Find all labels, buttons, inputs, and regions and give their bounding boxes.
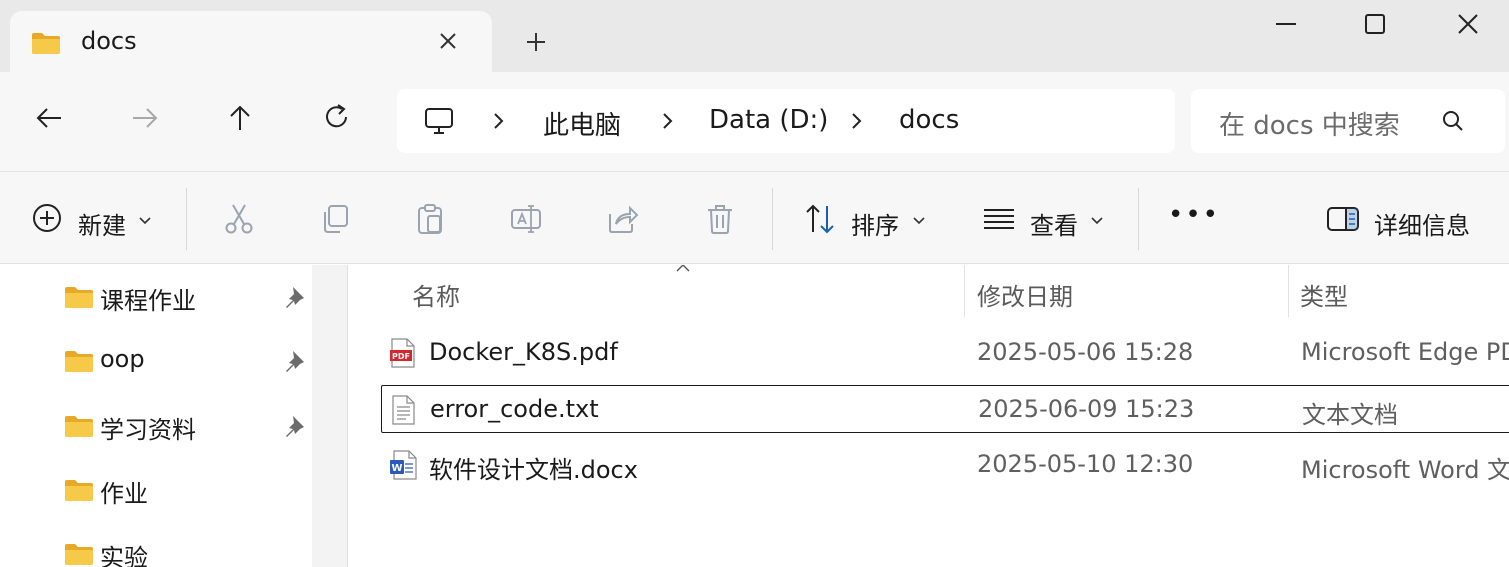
paste-icon[interactable]: [413, 202, 447, 236]
svg-text:W: W: [391, 463, 402, 474]
more-options-button[interactable]: •••: [1168, 200, 1220, 230]
refresh-icon[interactable]: [319, 100, 355, 136]
title-bar: docs: [0, 0, 1509, 72]
file-type: Microsoft Edge PD: [1301, 338, 1509, 366]
file-name: error_code.txt: [430, 395, 599, 423]
tab-title: docs: [81, 27, 137, 55]
breadcrumb-data-drive[interactable]: Data (D:): [709, 105, 828, 135]
file-modified: 2025-05-06 15:28: [977, 338, 1194, 366]
breadcrumb-docs[interactable]: docs: [899, 105, 959, 135]
file-modified: 2025-06-09 15:23: [978, 395, 1195, 423]
column-divider[interactable]: [964, 265, 965, 317]
nav-item-oop[interactable]: oop: [64, 341, 312, 381]
sort-button[interactable]: 排序: [851, 206, 899, 241]
folder-icon: [65, 416, 93, 437]
sort-ascending-icon[interactable]: [675, 265, 691, 273]
word-file-icon: W: [390, 450, 417, 480]
divider: [772, 188, 773, 250]
column-header-name[interactable]: 名称: [412, 277, 460, 312]
file-row[interactable]: W 软件设计文档.docx 2025-05-10 12:30 Microsoft…: [381, 441, 1509, 489]
nav-item-course-homework[interactable]: 课程作业: [64, 277, 312, 317]
cut-icon[interactable]: [222, 202, 256, 236]
svg-text:PDF: PDF: [392, 352, 410, 361]
file-name: 软件设计文档.docx: [429, 456, 638, 484]
nav-item-experiments[interactable]: 实验: [64, 534, 312, 567]
column-header-type[interactable]: 类型: [1300, 277, 1348, 312]
minimize-icon[interactable]: [1270, 8, 1302, 40]
address-bar[interactable]: 此电脑 Data (D:) docs: [397, 89, 1175, 153]
computer-icon[interactable]: [423, 105, 455, 137]
new-plus-icon[interactable]: [31, 202, 63, 234]
pin-icon[interactable]: [284, 349, 306, 373]
file-list: 名称 修改日期 类型 PDF Docker_K8S.pdf 2025-05-06…: [349, 265, 1509, 567]
file-type: Microsoft Word 文: [1301, 456, 1509, 484]
chevron-down-icon[interactable]: [138, 216, 152, 226]
chevron-down-icon[interactable]: [1090, 216, 1104, 226]
chevron-right-icon[interactable]: [849, 111, 863, 131]
share-icon[interactable]: [606, 202, 640, 236]
column-header-modified[interactable]: 修改日期: [977, 277, 1073, 312]
folder-icon: [65, 544, 93, 565]
chevron-right-icon[interactable]: [491, 111, 505, 131]
divider: [1138, 188, 1139, 250]
folder-icon: [32, 33, 60, 54]
file-row[interactable]: PDF Docker_K8S.pdf 2025-05-06 15:28 Micr…: [381, 329, 1509, 377]
pane-scrollbar[interactable]: [312, 265, 348, 567]
new-tab-icon[interactable]: [520, 26, 552, 58]
file-name: Docker_K8S.pdf: [429, 338, 618, 366]
maximize-icon[interactable]: [1359, 8, 1391, 40]
divider: [186, 188, 187, 250]
back-arrow-icon[interactable]: [31, 100, 67, 136]
copy-icon[interactable]: [318, 202, 352, 236]
up-arrow-icon[interactable]: [222, 100, 258, 136]
breadcrumb-this-pc[interactable]: 此电脑: [543, 105, 621, 142]
navigation-bar: 此电脑 Data (D:) docs 在 docs 中搜索: [0, 72, 1509, 171]
close-window-icon[interactable]: [1452, 8, 1484, 40]
search-placeholder: 在 docs 中搜索: [1219, 111, 1400, 141]
rename-icon[interactable]: [509, 202, 543, 236]
nav-item-label: oop: [100, 345, 145, 373]
close-tab-icon[interactable]: [434, 27, 462, 55]
navigation-pane: 课程作业 oop 学习资料 作业 实验: [0, 265, 312, 567]
pin-icon[interactable]: [284, 414, 306, 438]
folder-icon: [65, 480, 93, 501]
forward-arrow-icon[interactable]: [127, 100, 163, 136]
sort-icon[interactable]: [803, 202, 839, 236]
chevron-down-icon[interactable]: [912, 216, 926, 226]
nav-item-homework[interactable]: 作业: [64, 470, 312, 510]
text-file-icon: [392, 395, 415, 425]
new-button[interactable]: 新建: [78, 206, 126, 241]
command-bar: 新建 排序 查看 ••• 详细信息: [0, 171, 1509, 264]
file-type: 文本文档: [1302, 401, 1398, 429]
tab-docs[interactable]: docs: [10, 11, 492, 72]
folder-icon: [65, 351, 93, 372]
nav-item-label: 作业: [100, 480, 148, 508]
nav-item-label: 学习资料: [100, 416, 196, 444]
pin-icon[interactable]: [284, 285, 306, 309]
nav-item-study-materials[interactable]: 学习资料: [64, 406, 312, 446]
folder-icon: [65, 287, 93, 308]
search-icon[interactable]: [1441, 109, 1465, 133]
column-divider[interactable]: [1288, 265, 1289, 317]
details-button[interactable]: 详细信息: [1374, 206, 1470, 241]
search-box[interactable]: 在 docs 中搜索: [1191, 89, 1505, 153]
delete-icon[interactable]: [703, 202, 737, 236]
pdf-file-icon: PDF: [390, 338, 415, 368]
nav-item-label: 课程作业: [100, 287, 196, 315]
view-button[interactable]: 查看: [1030, 206, 1078, 241]
chevron-right-icon[interactable]: [660, 111, 674, 131]
file-modified: 2025-05-10 12:30: [977, 450, 1194, 478]
details-pane-icon[interactable]: [1326, 202, 1360, 236]
view-list-icon[interactable]: [982, 202, 1016, 236]
nav-item-label: 实验: [100, 544, 148, 567]
file-row[interactable]: error_code.txt 2025-06-09 15:23 文本文档: [381, 385, 1509, 433]
